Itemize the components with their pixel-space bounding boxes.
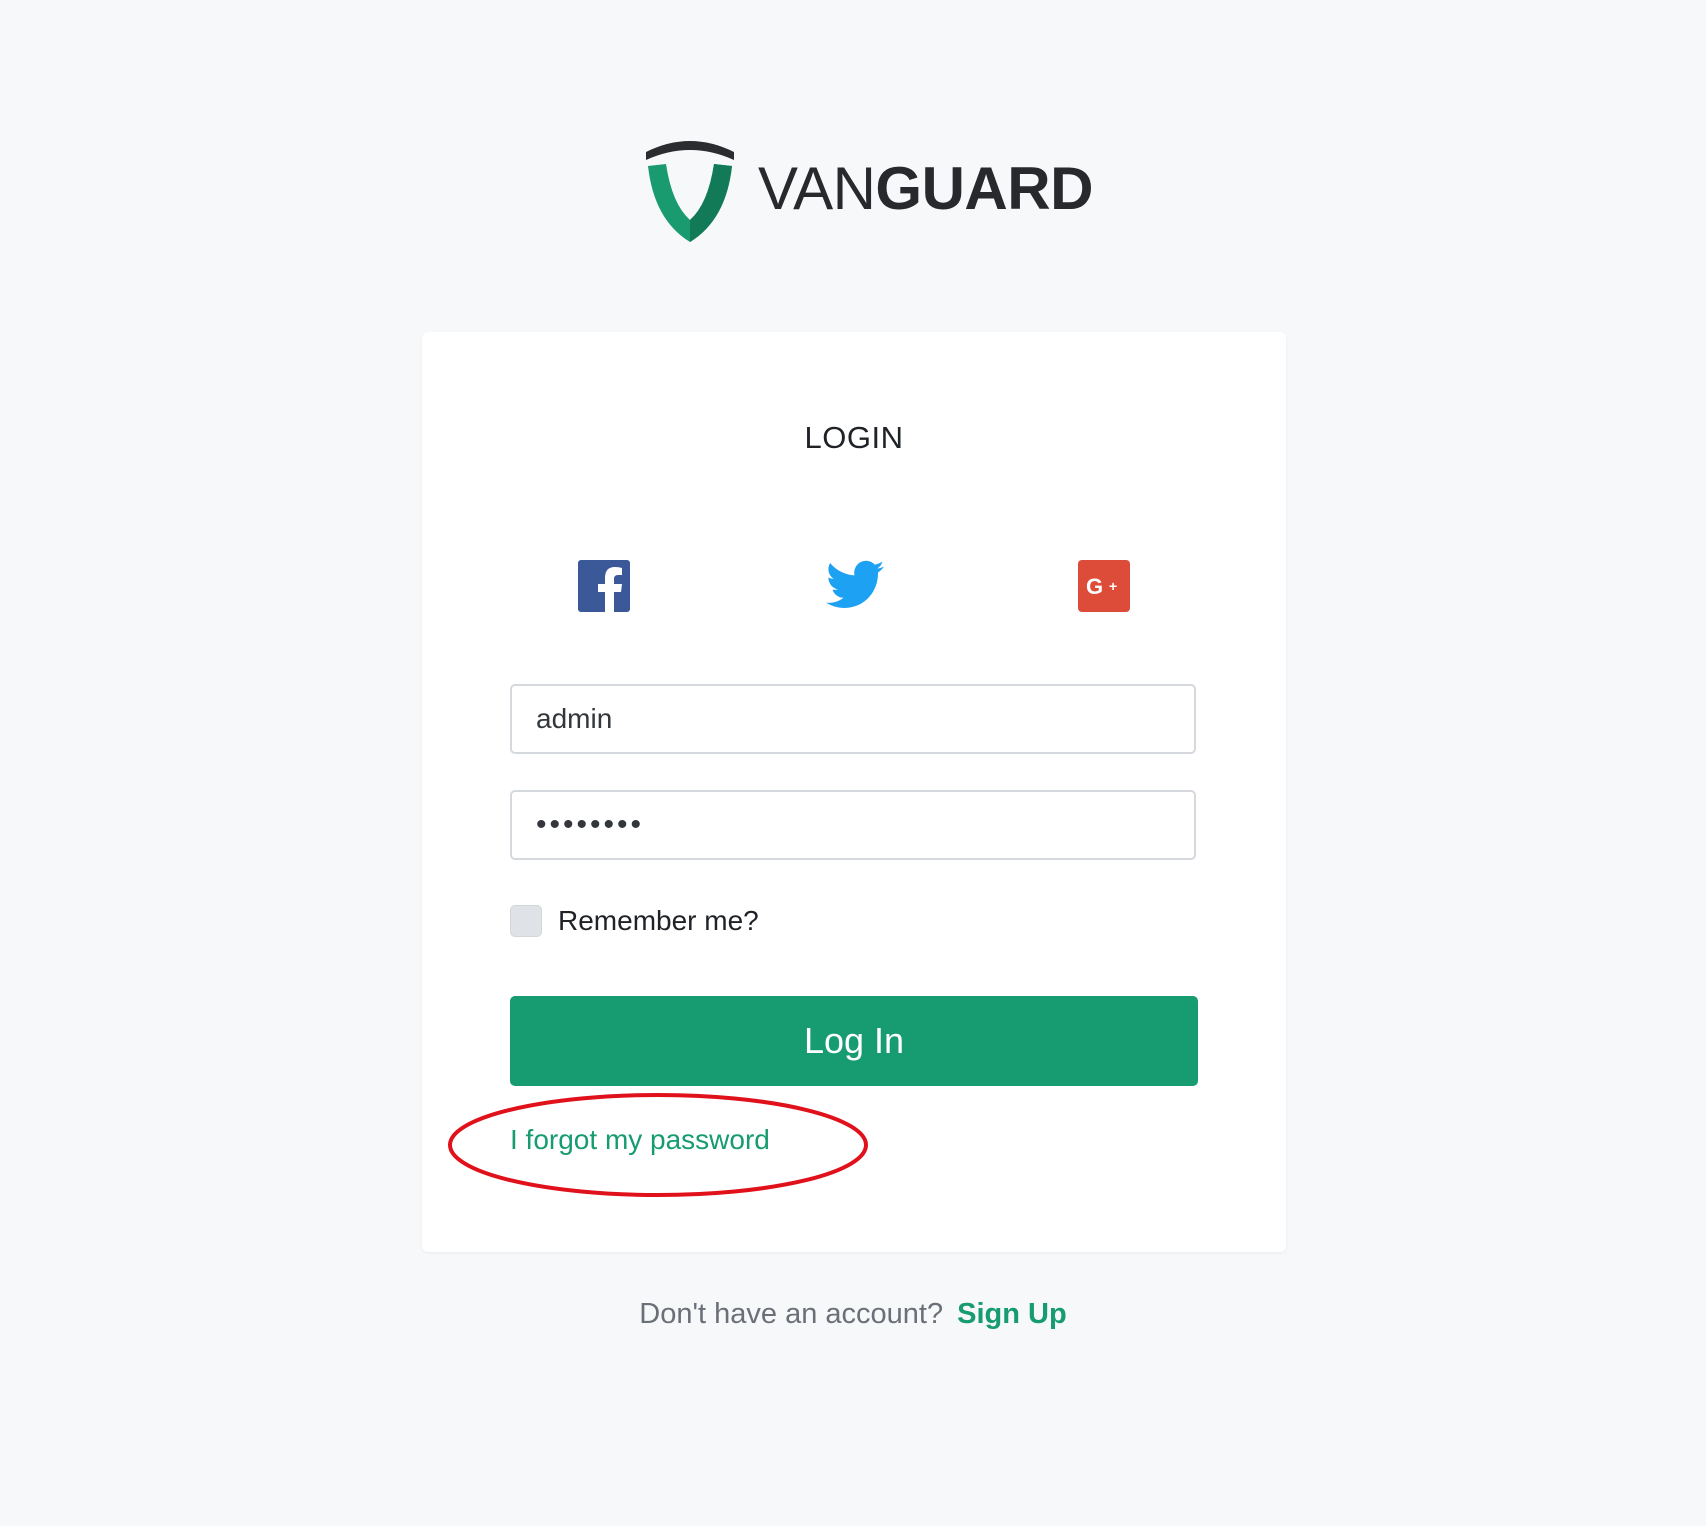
signup-prompt: Don't have an account? Sign Up [0,1298,1706,1331]
login-button[interactable]: Log In [510,996,1198,1086]
remember-me[interactable]: Remember me? [510,904,759,938]
card-title: LOGIN [804,420,904,455]
facebook-login-button[interactable] [578,560,630,612]
google-plus-login-button[interactable]: G + [1078,560,1130,612]
login-card: LOGIN G + Remember me? [422,332,1286,1252]
google-plus-icon: G + [1078,560,1130,612]
brand-name: VANGUARD [758,155,1093,222]
signup-prompt-text: Don't have an account? [639,1298,944,1330]
forgot-password-link[interactable]: I forgot my password [510,1124,770,1156]
username-input[interactable] [510,684,1196,754]
remember-me-label[interactable]: Remember me? [558,905,759,937]
password-input[interactable] [510,790,1196,860]
facebook-icon [578,560,630,612]
remember-me-checkbox[interactable] [510,905,542,937]
shield-icon [646,141,734,242]
twitter-icon [826,560,884,608]
svg-text:+: + [1109,578,1117,594]
brand-logo: VANGUARD [640,134,1093,244]
signup-link[interactable]: Sign Up [957,1298,1067,1330]
twitter-login-button[interactable] [826,558,884,612]
svg-text:G: G [1086,574,1103,599]
login-page: VANGUARD LOGIN G + admin •••••••• Rememb… [0,0,1706,1526]
